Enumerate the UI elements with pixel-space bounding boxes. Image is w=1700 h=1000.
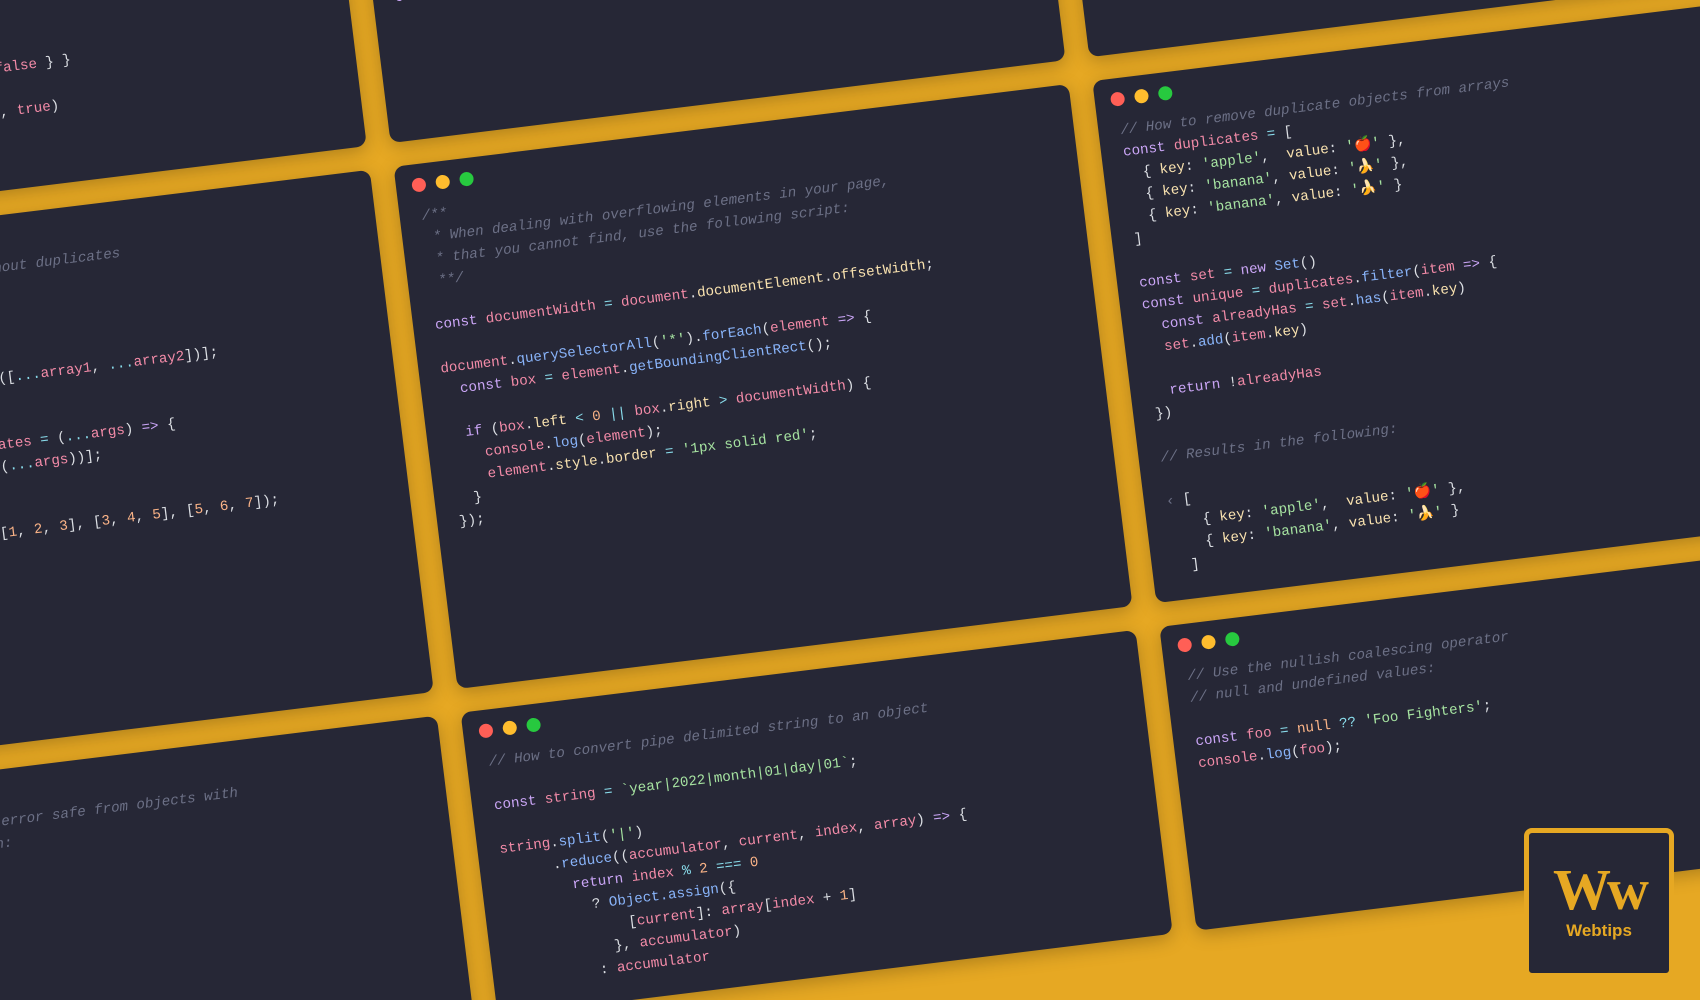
- brand-mark-icon: Ww: [1553, 865, 1645, 914]
- window-grid: // following function to update nested p…: [0, 0, 1700, 1000]
- code-window-7: // Get nested properties error safe from…: [0, 716, 474, 1000]
- traffic-green-icon: [459, 171, 475, 187]
- traffic-yellow-icon: [1201, 634, 1217, 650]
- traffic-yellow-icon: [1134, 88, 1150, 104]
- traffic-red-icon: [1110, 91, 1126, 107]
- code-window-5: /** * When dealing with overflowing elem…: [394, 84, 1133, 689]
- code-block: // How to remove duplicate objects from …: [1096, 32, 1700, 603]
- code-window-6: // How to remove duplicate objects from …: [1092, 0, 1700, 603]
- code-window-4: // Use a set to merge arrays without dup…: [0, 170, 434, 775]
- traffic-red-icon: [478, 723, 494, 739]
- traffic-green-icon: [526, 717, 542, 733]
- code-window-8: // How to convert pipe delimited string …: [461, 630, 1173, 1000]
- code-block: // Use the pipe operator to ... // ❌ Ins…: [347, 0, 1052, 34]
- traffic-red-icon: [1177, 637, 1193, 653]
- traffic-green-icon: [1225, 631, 1241, 647]
- traffic-yellow-icon: [502, 720, 518, 736]
- traffic-yellow-icon: [435, 174, 451, 190]
- traffic-red-icon: [411, 177, 427, 193]
- code-block: // Use a set to merge arrays without dup…: [0, 204, 415, 622]
- rotated-stage: // following function to update nested p…: [0, 0, 1700, 1000]
- brand-label: Webtips: [1566, 921, 1632, 941]
- brand-badge: Ww Webtips: [1524, 828, 1674, 978]
- traffic-green-icon: [1158, 85, 1174, 101]
